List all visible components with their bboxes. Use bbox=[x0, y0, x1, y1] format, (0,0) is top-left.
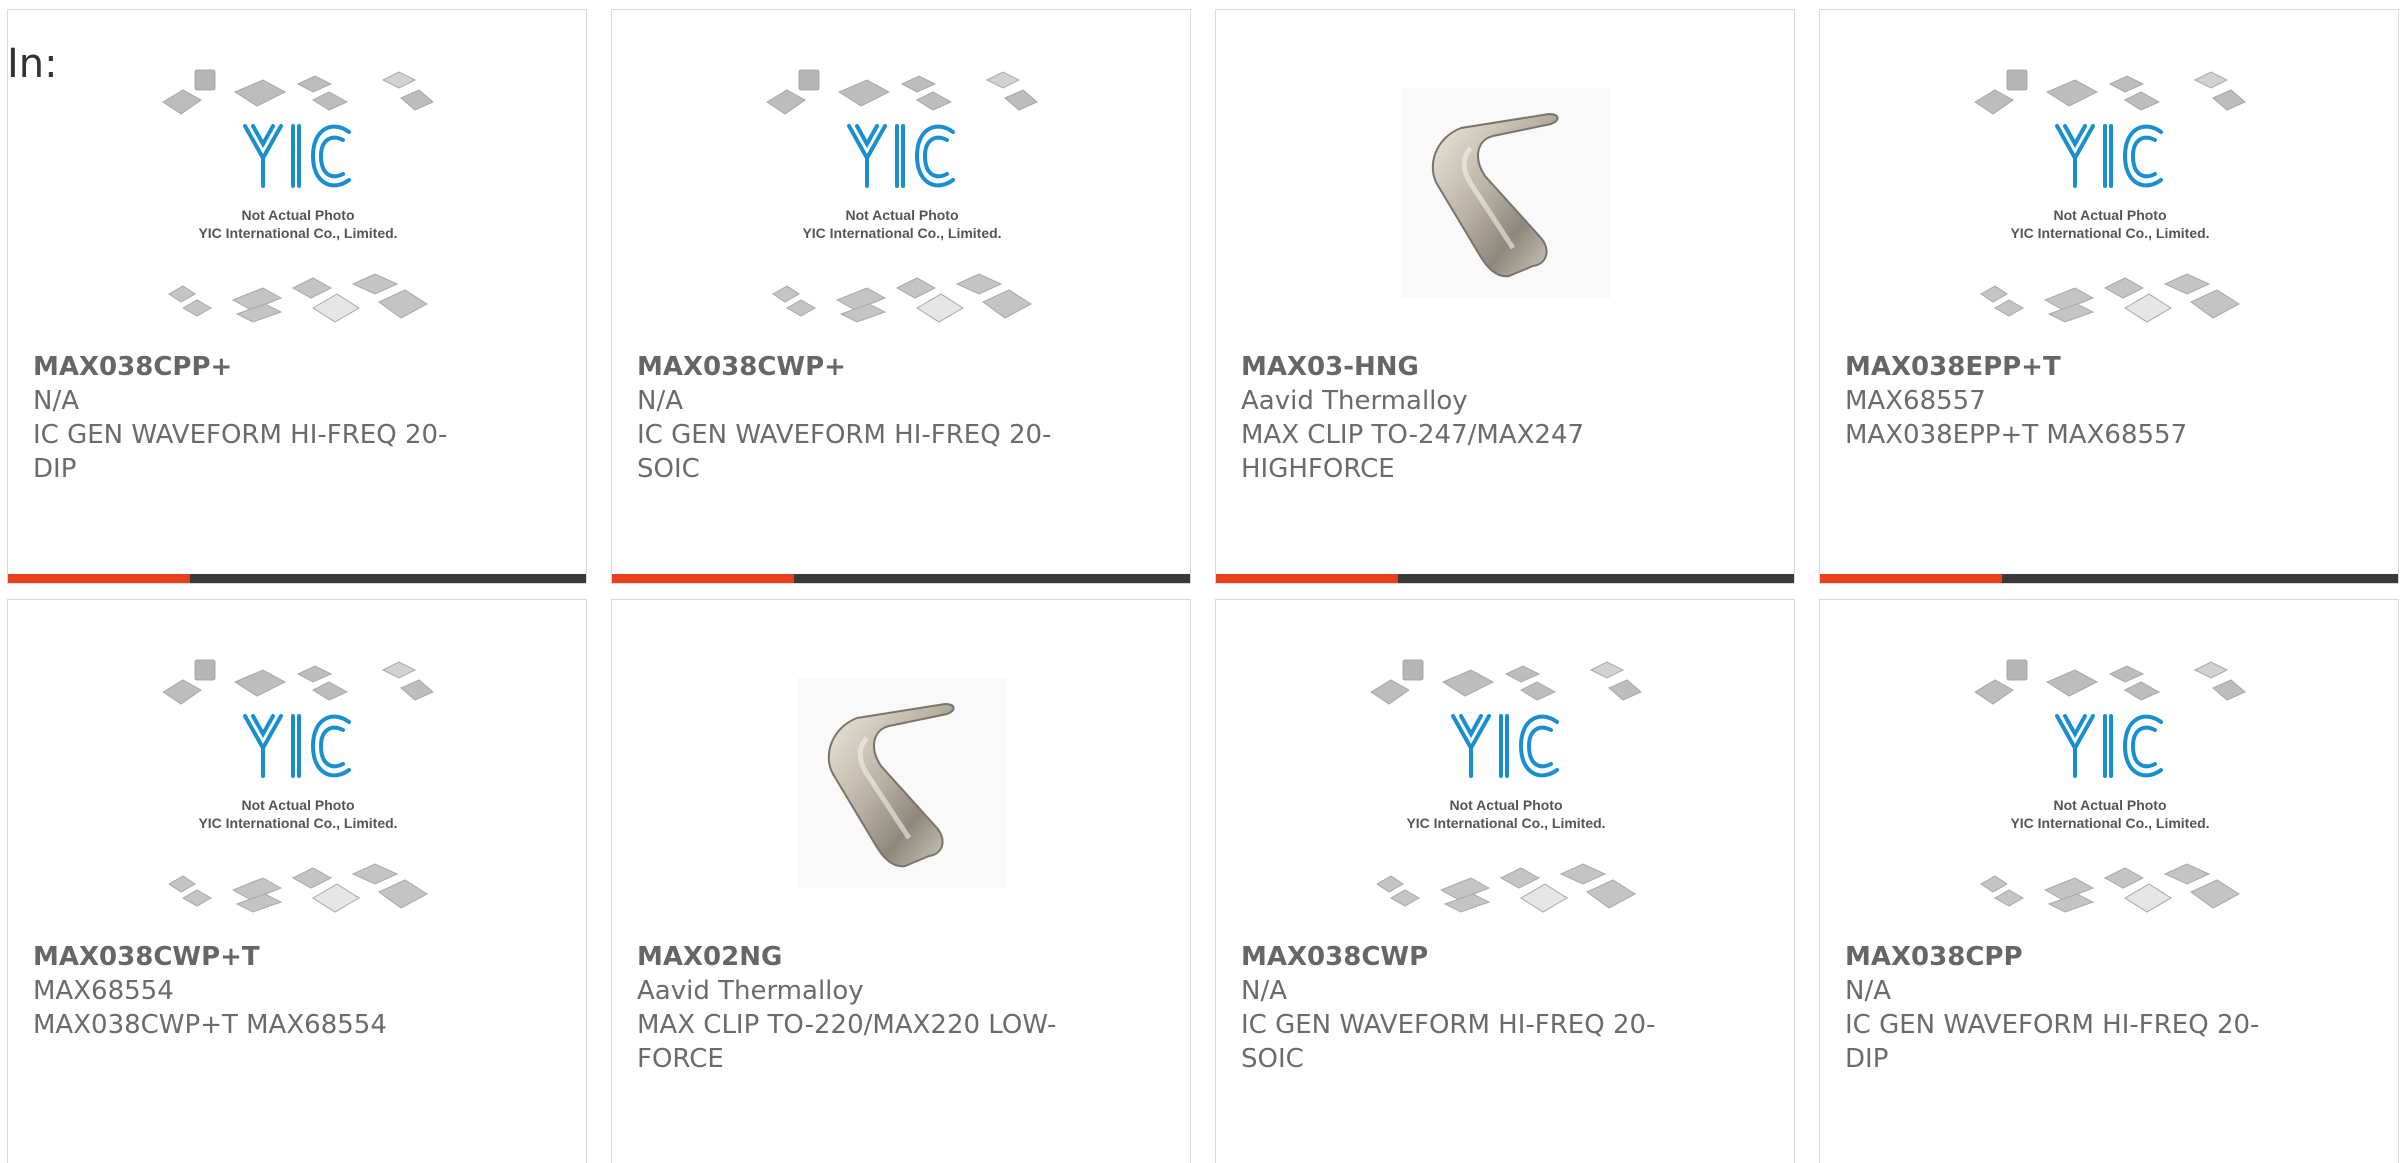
product-image: Not Actual Photo YIC International Co., … bbox=[1820, 659, 2398, 945]
svg-text:YIC International Co., Limited: YIC International Co., Limited. bbox=[2010, 225, 2209, 241]
yic-placeholder-icon: Not Actual Photo YIC International Co., … bbox=[757, 62, 1047, 336]
card-accent-bar bbox=[8, 574, 190, 583]
product-card[interactable]: Not Actual Photo YIC International Co., … bbox=[611, 9, 1191, 584]
yic-placeholder-icon: Not Actual Photo YIC International Co., … bbox=[153, 62, 443, 336]
product-part-number[interactable]: MAX038CWP bbox=[1241, 940, 1671, 974]
card-bottom-bar bbox=[612, 574, 1190, 583]
product-part-number[interactable]: MAX038EPP+T bbox=[1845, 350, 2275, 384]
yic-placeholder-icon: Not Actual Photo YIC International Co., … bbox=[1361, 652, 1651, 926]
product-image bbox=[612, 660, 1190, 945]
product-description: IC GEN WAVEFORM HI-FREQ 20-DIP bbox=[1845, 1010, 2260, 1074]
product-part-number[interactable]: MAX038CWP+T bbox=[33, 940, 463, 974]
product-description: MAX CLIP TO-247/MAX247 HIGHFORCE bbox=[1241, 420, 1585, 484]
svg-text:YIC International Co., Limited: YIC International Co., Limited. bbox=[2010, 815, 2209, 831]
product-manufacturer: N/A bbox=[1845, 976, 1891, 1006]
svg-text:YIC International Co., Limited: YIC International Co., Limited. bbox=[802, 225, 1001, 241]
heatsink-clip-photo bbox=[1401, 88, 1611, 302]
product-manufacturer: N/A bbox=[637, 386, 683, 416]
svg-text:Not Actual Photo: Not Actual Photo bbox=[2053, 797, 2166, 813]
svg-text:YIC International Co., Limited: YIC International Co., Limited. bbox=[1406, 815, 1605, 831]
product-image: Not Actual Photo YIC International Co., … bbox=[612, 69, 1190, 355]
product-manufacturer: N/A bbox=[1241, 976, 1287, 1006]
svg-text:Not Actual Photo: Not Actual Photo bbox=[1449, 797, 1562, 813]
product-part-number[interactable]: MAX038CPP bbox=[1845, 940, 2275, 974]
product-part-number[interactable]: MAX02NG bbox=[637, 940, 1067, 974]
product-part-number[interactable]: MAX038CWP+ bbox=[637, 350, 1067, 384]
product-description: IC GEN WAVEFORM HI-FREQ 20-SOIC bbox=[1241, 1010, 1656, 1074]
product-description: MAX CLIP TO-220/MAX220 LOW-FORCE bbox=[637, 1010, 1057, 1074]
svg-text:YIC International Co., Limited: YIC International Co., Limited. bbox=[198, 225, 397, 241]
svg-text:Not Actual Photo: Not Actual Photo bbox=[2053, 207, 2166, 223]
product-description: IC GEN WAVEFORM HI-FREQ 20-DIP bbox=[33, 420, 448, 484]
product-grid: Not Actual Photo YIC International Co., … bbox=[7, 9, 2400, 1163]
card-accent-bar bbox=[1820, 574, 2002, 583]
product-card[interactable]: MAX03-HNG Aavid Thermalloy MAX CLIP TO-2… bbox=[1215, 9, 1795, 584]
yic-placeholder-icon: Not Actual Photo YIC International Co., … bbox=[1965, 62, 2255, 336]
search-prefix-label: In: bbox=[7, 41, 58, 87]
product-card[interactable]: Not Actual Photo YIC International Co., … bbox=[1819, 9, 2399, 584]
product-part-number[interactable]: MAX03-HNG bbox=[1241, 350, 1671, 384]
card-accent-bar bbox=[612, 574, 794, 583]
product-card[interactable]: Not Actual Photo YIC International Co., … bbox=[7, 9, 587, 584]
product-part-number[interactable]: MAX038CPP+ bbox=[33, 350, 463, 384]
product-description: MAX038EPP+T MAX68557 bbox=[1845, 420, 2188, 450]
yic-placeholder-icon: Not Actual Photo YIC International Co., … bbox=[153, 652, 443, 926]
product-card[interactable]: Not Actual Photo YIC International Co., … bbox=[7, 599, 587, 1163]
product-manufacturer: Aavid Thermalloy bbox=[637, 976, 864, 1006]
svg-text:Not Actual Photo: Not Actual Photo bbox=[241, 797, 354, 813]
product-description: IC GEN WAVEFORM HI-FREQ 20-SOIC bbox=[637, 420, 1052, 484]
svg-text:YIC International Co., Limited: YIC International Co., Limited. bbox=[198, 815, 397, 831]
yic-placeholder-icon: Not Actual Photo YIC International Co., … bbox=[1965, 652, 2255, 926]
product-manufacturer: MAX68557 bbox=[1845, 386, 1986, 416]
product-image bbox=[1216, 70, 1794, 355]
product-card[interactable]: Not Actual Photo YIC International Co., … bbox=[1215, 599, 1795, 1163]
product-description: MAX038CWP+T MAX68554 bbox=[33, 1010, 387, 1040]
product-card[interactable]: Not Actual Photo YIC International Co., … bbox=[1819, 599, 2399, 1163]
card-bottom-bar bbox=[1820, 574, 2398, 583]
card-bottom-bar bbox=[8, 574, 586, 583]
svg-text:Not Actual Photo: Not Actual Photo bbox=[845, 207, 958, 223]
product-manufacturer: N/A bbox=[33, 386, 79, 416]
product-image: Not Actual Photo YIC International Co., … bbox=[1820, 69, 2398, 355]
product-image: Not Actual Photo YIC International Co., … bbox=[8, 659, 586, 945]
card-accent-bar bbox=[1216, 574, 1398, 583]
product-card[interactable]: MAX02NG Aavid Thermalloy MAX CLIP TO-220… bbox=[611, 599, 1191, 1163]
product-manufacturer: MAX68554 bbox=[33, 976, 174, 1006]
svg-text:Not Actual Photo: Not Actual Photo bbox=[241, 207, 354, 223]
product-manufacturer: Aavid Thermalloy bbox=[1241, 386, 1468, 416]
product-image: Not Actual Photo YIC International Co., … bbox=[8, 69, 586, 355]
heatsink-clip-photo bbox=[797, 678, 1007, 892]
product-image: Not Actual Photo YIC International Co., … bbox=[1216, 659, 1794, 945]
card-bottom-bar bbox=[1216, 574, 1794, 583]
